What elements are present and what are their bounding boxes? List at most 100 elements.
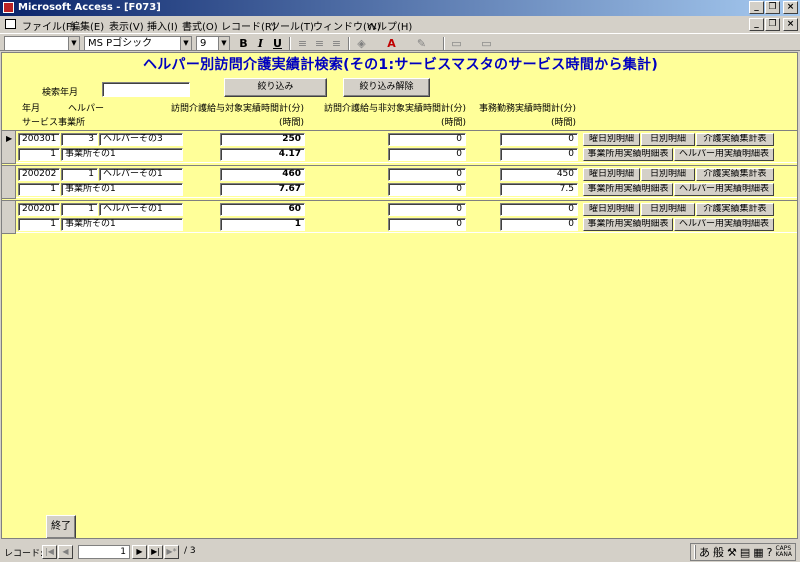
access-app-icon[interactable] [3, 2, 14, 13]
menu-insert[interactable]: 挿入(I) [147, 18, 178, 33]
office-work-hours-field[interactable]: 7.5 [500, 183, 578, 196]
office-work-hours-field[interactable]: 0 [500, 148, 578, 161]
clear-filter-button[interactable]: 絞り込み解除 [343, 78, 430, 97]
document-minimize-button[interactable]: _ [749, 18, 764, 31]
daily-detail-button[interactable]: 日別明細 [641, 168, 695, 181]
document-close-button[interactable]: × [783, 18, 798, 31]
border-width-icon[interactable]: ▭ [449, 36, 464, 51]
office-work-minutes-field[interactable]: 0 [500, 203, 578, 216]
office-detail-report-button[interactable]: 事業所用実績明細表 [583, 183, 673, 196]
bold-button[interactable]: B [236, 36, 251, 51]
font-size-combo[interactable]: 9 ▼ [196, 36, 230, 51]
chevron-down-icon[interactable]: ▼ [218, 37, 229, 50]
office-no-field[interactable]: 1 [18, 148, 60, 161]
font-name-combo[interactable]: MS Pゴシック ▼ [84, 36, 192, 51]
search-month-input[interactable] [102, 82, 190, 97]
helper-detail-report-button[interactable]: ヘルパー用実績明細表 [674, 183, 774, 196]
care-summary-button[interactable]: 介護実績集計表 [696, 168, 774, 181]
nontarget-minutes-field[interactable]: 0 [388, 133, 466, 146]
ime-pad-icon[interactable]: ▦ [753, 546, 763, 559]
form-document-icon[interactable] [5, 19, 16, 29]
office-no-field[interactable]: 1 [18, 218, 60, 231]
helper-detail-report-button[interactable]: ヘルパー用実績明細表 [674, 148, 774, 161]
record-row[interactable]: ▶ 200301 3 ヘルパーその3 1 事業所その1 250 4.17 0 0… [2, 130, 797, 164]
menu-edit[interactable]: 編集(E) [70, 18, 104, 33]
target-hours-field[interactable]: 7.67 [220, 183, 305, 196]
new-record-button[interactable]: ▶* [164, 545, 179, 559]
font-color-icon[interactable]: A [384, 36, 399, 51]
special-effect-icon[interactable]: ▭ [479, 36, 494, 51]
target-hours-field[interactable]: 1 [220, 218, 305, 231]
italic-button[interactable]: I [253, 36, 268, 51]
office-work-hours-field[interactable]: 0 [500, 218, 578, 231]
nontarget-minutes-field[interactable]: 0 [388, 203, 466, 216]
record-number-input[interactable]: 1 [78, 545, 130, 559]
ime-grip-icon[interactable] [693, 545, 696, 559]
exit-button[interactable]: 終了 [46, 515, 76, 538]
office-detail-report-button[interactable]: 事業所用実績明細表 [583, 218, 673, 231]
year-month-field[interactable]: 200201 [18, 203, 60, 216]
helper-no-field[interactable]: 3 [61, 133, 98, 146]
daily-detail-button[interactable]: 日別明細 [641, 203, 695, 216]
align-right-icon[interactable]: ≡ [329, 36, 344, 51]
helper-no-field[interactable]: 1 [61, 203, 98, 216]
year-month-field[interactable]: 200202 [18, 168, 60, 181]
weekday-detail-button[interactable]: 曜日別明細 [583, 168, 640, 181]
care-summary-button[interactable]: 介護実績集計表 [696, 203, 774, 216]
nontarget-minutes-field[interactable]: 0 [388, 168, 466, 181]
object-combo[interactable]: ▼ [4, 36, 80, 51]
line-color-icon[interactable]: ✎ [414, 36, 429, 51]
record-selector[interactable] [2, 201, 16, 234]
weekday-detail-button[interactable]: 曜日別明細 [583, 133, 640, 146]
office-work-minutes-field[interactable]: 450 [500, 168, 578, 181]
record-selector[interactable]: ▶ [2, 131, 16, 164]
ime-help-icon[interactable]: ? [767, 546, 773, 559]
next-record-button[interactable]: ▶ [132, 545, 147, 559]
ime-dictionary-icon[interactable]: ▤ [740, 546, 750, 559]
daily-detail-button[interactable]: 日別明細 [641, 133, 695, 146]
care-summary-button[interactable]: 介護実績集計表 [696, 133, 774, 146]
menu-format[interactable]: 書式(O) [182, 18, 218, 33]
restore-button[interactable]: ❐ [765, 1, 780, 14]
ime-tool-icon[interactable]: ⚒ [727, 546, 737, 559]
minimize-button[interactable]: _ [749, 1, 764, 14]
office-work-minutes-field[interactable]: 0 [500, 133, 578, 146]
helper-name-field[interactable]: ヘルパーその3 [99, 133, 183, 146]
record-selector[interactable] [2, 166, 16, 199]
office-no-field[interactable]: 1 [18, 183, 60, 196]
weekday-detail-button[interactable]: 曜日別明細 [583, 203, 640, 216]
office-name-field[interactable]: 事業所その1 [61, 183, 183, 196]
helper-name-field[interactable]: ヘルパーその1 [99, 168, 183, 181]
chevron-down-icon[interactable]: ▼ [68, 37, 79, 50]
record-row[interactable]: 200201 1 ヘルパーその1 1 事業所その1 60 1 0 0 0 0 曜… [2, 200, 797, 234]
previous-record-button[interactable]: ◀ [58, 545, 73, 559]
last-record-button[interactable]: ▶| [148, 545, 163, 559]
fill-color-icon[interactable]: ◈ [354, 36, 369, 51]
target-minutes-field[interactable]: 250 [220, 133, 305, 146]
office-detail-report-button[interactable]: 事業所用実績明細表 [583, 148, 673, 161]
underline-button[interactable]: U [270, 36, 285, 51]
record-row[interactable]: 200202 1 ヘルパーその1 1 事業所その1 460 7.67 0 0 4… [2, 165, 797, 199]
align-center-icon[interactable]: ≡ [312, 36, 327, 51]
filter-button[interactable]: 絞り込み [224, 78, 327, 97]
target-minutes-field[interactable]: 60 [220, 203, 305, 216]
helper-no-field[interactable]: 1 [61, 168, 98, 181]
nontarget-hours-field[interactable]: 0 [388, 148, 466, 161]
close-button[interactable]: × [783, 1, 798, 14]
office-name-field[interactable]: 事業所その1 [61, 218, 183, 231]
menu-records[interactable]: レコード(R) [221, 18, 276, 33]
helper-name-field[interactable]: ヘルパーその1 [99, 203, 183, 216]
ime-input-mode[interactable]: あ [699, 544, 710, 560]
nontarget-hours-field[interactable]: 0 [388, 218, 466, 231]
target-hours-field[interactable]: 4.17 [220, 148, 305, 161]
document-restore-button[interactable]: ❐ [765, 18, 780, 31]
menu-tools[interactable]: ツール(T) [270, 18, 314, 33]
menu-view[interactable]: 表示(V) [109, 18, 144, 33]
menu-file[interactable]: ファイル(F) [22, 18, 76, 33]
first-record-button[interactable]: |◀ [42, 545, 57, 559]
helper-detail-report-button[interactable]: ヘルパー用実績明細表 [674, 218, 774, 231]
year-month-field[interactable]: 200301 [18, 133, 60, 146]
menu-help[interactable]: ヘルプ(H) [367, 18, 412, 33]
ime-conversion-mode[interactable]: 般 [713, 544, 724, 560]
align-left-icon[interactable]: ≡ [295, 36, 310, 51]
